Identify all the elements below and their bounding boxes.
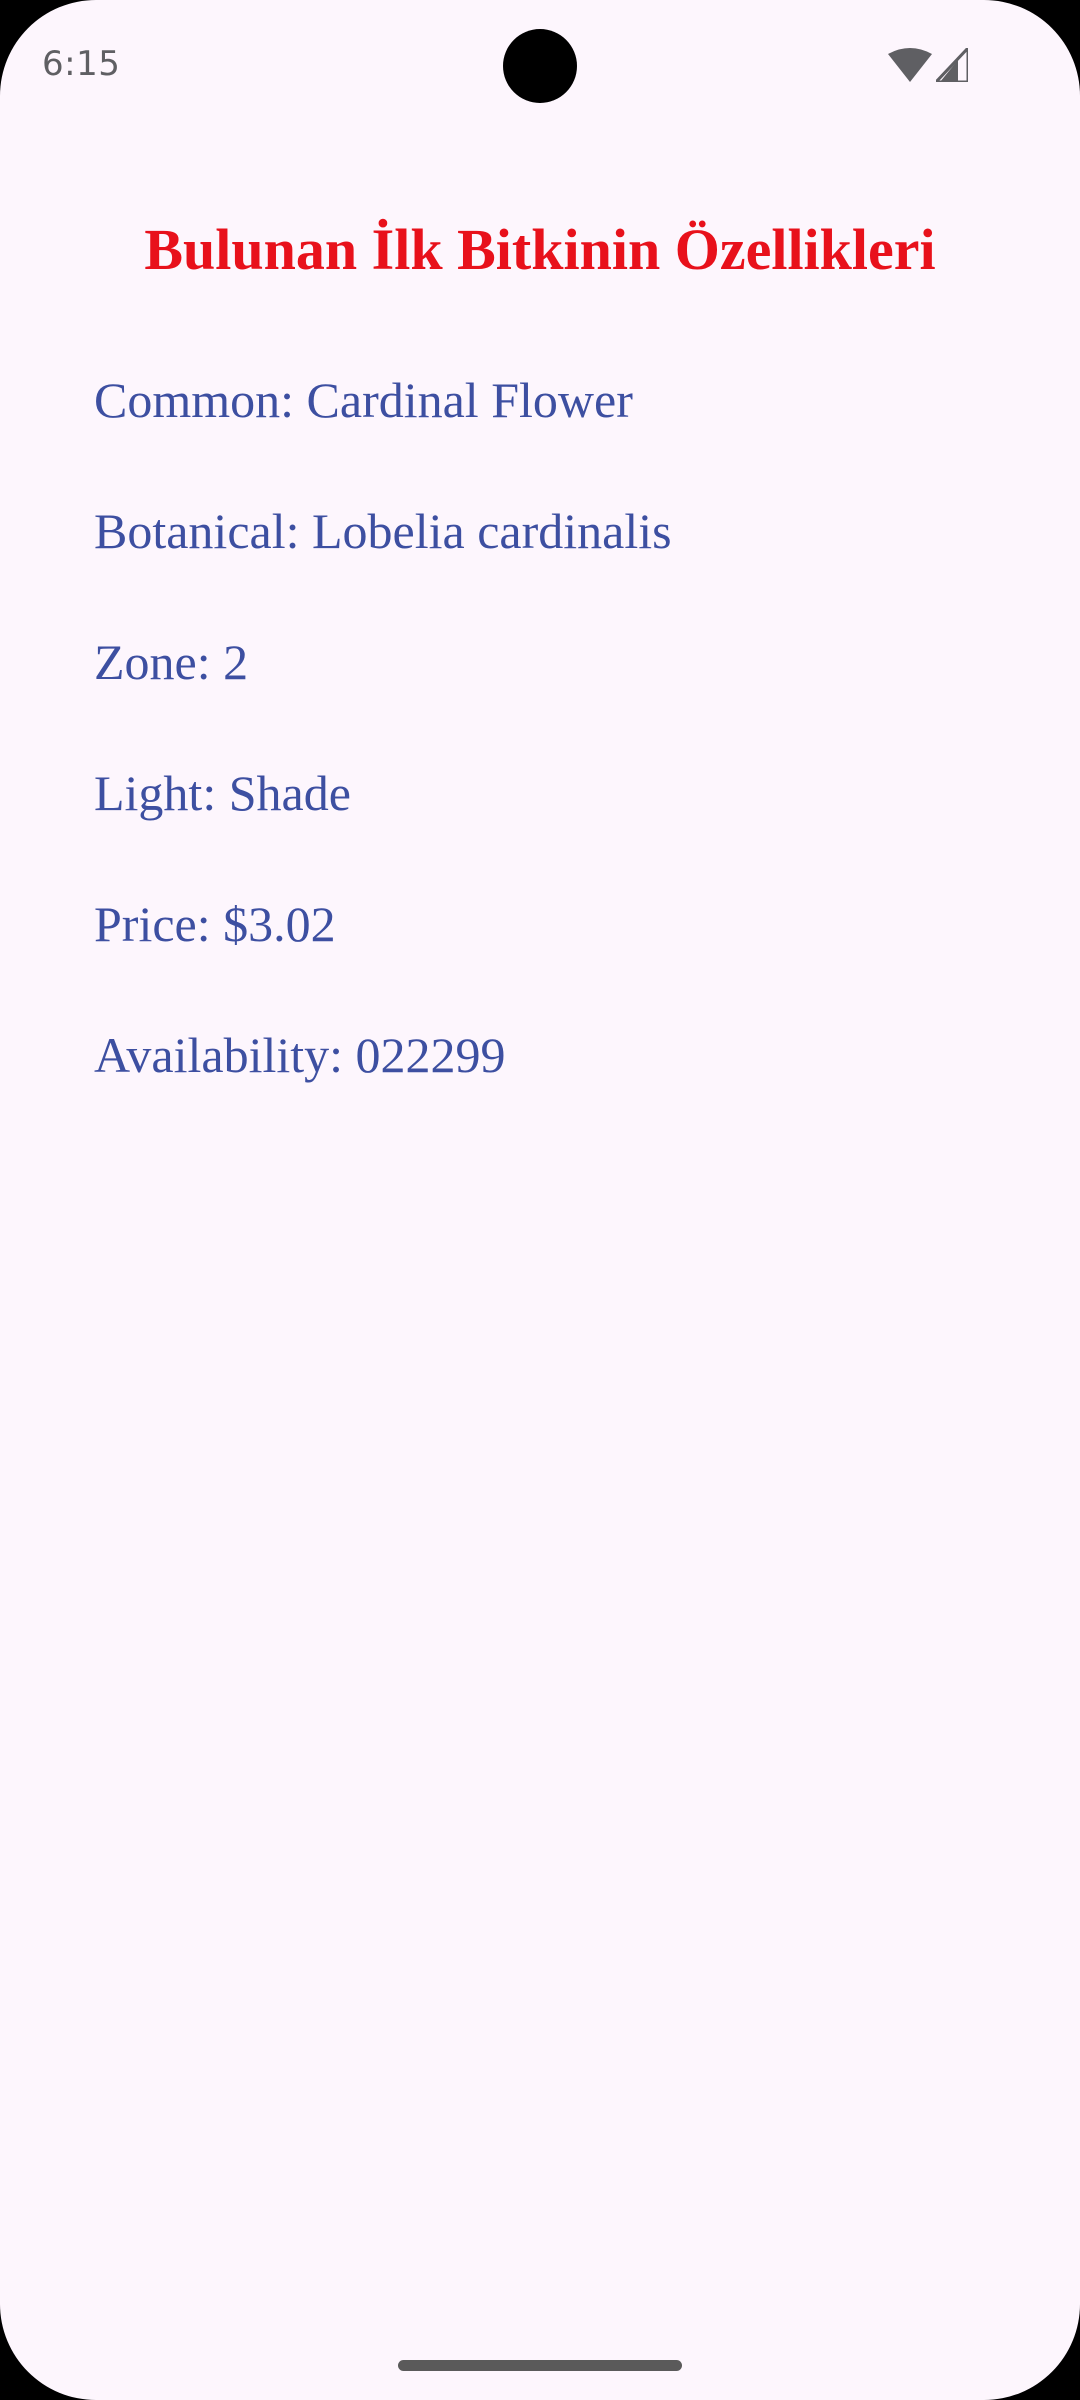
phone-screen: 6:15 Bulunan İlk Bitkinin Özellikleri Co…	[0, 0, 1080, 2400]
common-name-text: Common: Cardinal Flower	[94, 372, 633, 428]
zone-text: Zone: 2	[94, 634, 249, 690]
home-gesture-bar[interactable]	[398, 2360, 682, 2371]
botanical-name-text: Botanical: Lobelia cardinalis	[94, 503, 672, 559]
availability-text: Availability: 022299	[94, 1027, 506, 1083]
price-text: Price: $3.02	[94, 896, 336, 952]
plant-details: Common: Cardinal Flower Botanical: Lobel…	[94, 360, 1014, 1146]
status-bar: 6:15	[0, 0, 1080, 130]
cellular-signal-icon	[936, 48, 968, 82]
wifi-icon	[888, 48, 932, 82]
camera-cutout	[503, 29, 577, 103]
light-text: Light: Shade	[94, 765, 351, 821]
status-time: 6:15	[42, 44, 121, 84]
page-title: Bulunan İlk Bitkinin Özellikleri	[144, 217, 936, 282]
